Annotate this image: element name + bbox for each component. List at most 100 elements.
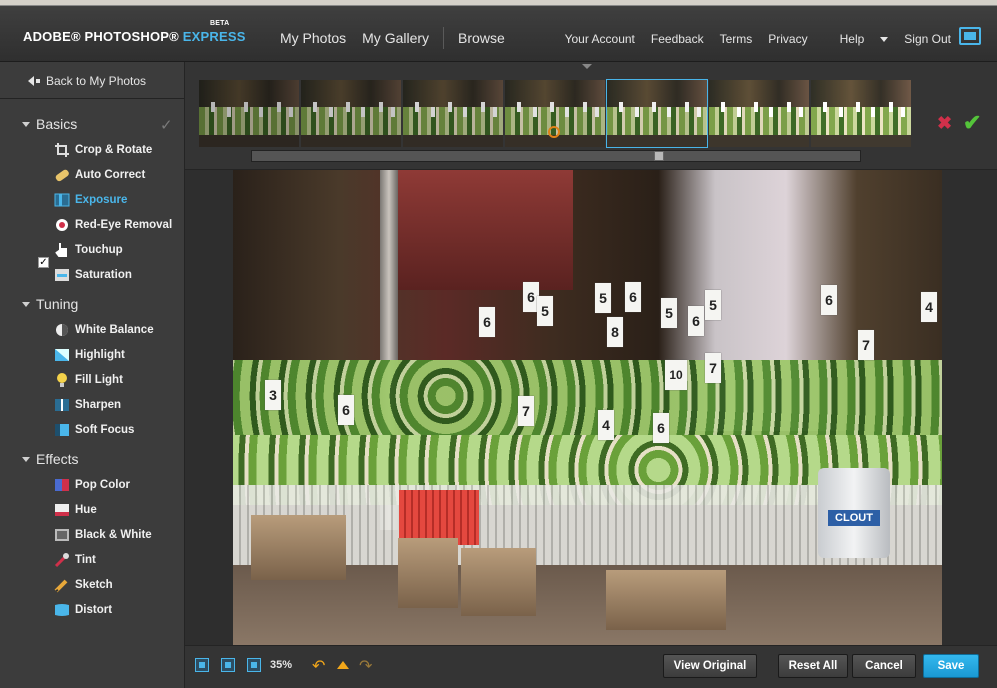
- photo-price-sign: 6: [479, 307, 495, 337]
- back-to-photos-link[interactable]: Back to My Photos: [28, 74, 146, 88]
- red-eye-icon: [54, 217, 70, 233]
- thumbnail-price-sign: [259, 107, 263, 117]
- zoom-in-icon[interactable]: [247, 658, 261, 672]
- variation-thumbnail[interactable]: [709, 80, 809, 147]
- view-original-button[interactable]: View Original: [663, 654, 757, 678]
- variation-thumbnail[interactable]: [811, 80, 911, 147]
- app-header: ADOBE® PHOTOSHOP® EXPRESS BETA My Photos…: [0, 6, 997, 62]
- thumbnail-price-sign: [754, 102, 758, 112]
- tool-soft-focus[interactable]: Soft Focus: [54, 420, 134, 440]
- thumbnail-price-sign: [448, 102, 452, 112]
- photo-price-sign: 6: [338, 395, 354, 425]
- distort-icon: [54, 602, 70, 618]
- tool-sketch[interactable]: Sketch: [54, 575, 113, 595]
- thumbnail-price-sign: [431, 107, 435, 117]
- link-your-account[interactable]: Your Account: [565, 32, 635, 46]
- sidebar-divider: [0, 98, 184, 99]
- variation-thumbnail[interactable]: [199, 80, 299, 147]
- section-effects[interactable]: Effects: [22, 451, 79, 467]
- chevron-down-icon: [880, 37, 889, 43]
- photo-canvas[interactable]: CLOUT 3 6 6 5 5 6 8 5 6 5 6 7 4 6 10 7 4 6 7: [233, 170, 942, 645]
- redo-icon[interactable]: ↷: [359, 656, 372, 676]
- link-help[interactable]: Help: [824, 32, 889, 46]
- pencil-icon: [54, 577, 70, 593]
- thumbnail-image-part: [607, 134, 707, 147]
- thumbnail-price-sign: [379, 102, 383, 112]
- tool-saturation[interactable]: Saturation: [54, 265, 132, 285]
- tool-label: Sketch: [75, 579, 113, 591]
- thumbnail-price-sign: [313, 102, 317, 112]
- tool-hue[interactable]: Hue: [54, 500, 97, 520]
- zoom-fit-icon[interactable]: [195, 658, 209, 672]
- link-terms[interactable]: Terms: [720, 32, 753, 46]
- thumbnail-price-sign: [823, 102, 827, 112]
- photo-price-sign: 6: [625, 282, 641, 312]
- photo-price-sign: 5: [661, 298, 677, 328]
- tool-highlight[interactable]: Highlight: [54, 345, 125, 365]
- black-white-icon: [54, 527, 70, 543]
- link-sign-out[interactable]: Sign Out: [904, 32, 951, 46]
- thumbnail-price-sign: [856, 102, 860, 112]
- collapse-strip-icon[interactable]: [582, 64, 592, 72]
- save-button[interactable]: Save: [923, 654, 979, 678]
- hand-icon: [54, 242, 70, 258]
- tool-white-balance[interactable]: White Balance: [54, 320, 154, 340]
- tool-touchup[interactable]: Touchup: [54, 240, 123, 260]
- logo-main-text: ADOBE® PHOTOSHOP®: [23, 29, 179, 44]
- section-tuning[interactable]: Tuning: [22, 296, 78, 312]
- tool-tint[interactable]: Tint: [54, 550, 96, 570]
- section-basics-title: Basics: [36, 116, 78, 132]
- nav-browse[interactable]: Browse: [458, 30, 505, 49]
- section-basics[interactable]: Basics: [22, 116, 77, 132]
- thumbnail-price-sign: [583, 102, 587, 112]
- photo-price-sign: 5: [705, 290, 721, 320]
- thumbnail-price-sign: [565, 107, 569, 117]
- variation-thumbnail[interactable]: [403, 80, 503, 147]
- accept-check-icon[interactable]: ✔: [963, 110, 981, 136]
- variation-thumbnail[interactable]: [606, 79, 708, 148]
- tool-pop-color[interactable]: Pop Color: [54, 475, 130, 495]
- exposure-applied-checkbox[interactable]: ✓: [38, 257, 49, 268]
- tool-label: Auto Correct: [75, 169, 146, 181]
- thumbnail-price-sign: [839, 107, 843, 117]
- thumbnail-price-sign: [277, 102, 281, 112]
- thumbnail-price-sign: [533, 107, 537, 117]
- tool-red-eye-removal[interactable]: Red-Eye Removal: [54, 215, 172, 235]
- tool-distort[interactable]: Distort: [54, 600, 112, 620]
- undo-icon[interactable]: ↶: [312, 656, 325, 676]
- photo-price-sign: 4: [598, 410, 614, 440]
- tool-fill-light[interactable]: Fill Light: [54, 370, 123, 390]
- variation-thumbnail[interactable]: [301, 80, 401, 147]
- reset-all-button[interactable]: Reset All: [778, 654, 848, 678]
- variation-slider-handle[interactable]: [654, 151, 664, 161]
- nav-my-gallery[interactable]: My Gallery: [362, 30, 429, 49]
- expand-triangle-icon: [22, 301, 30, 307]
- tool-label: Black & White: [75, 529, 152, 541]
- photo-crate: [251, 515, 346, 580]
- variation-thumbnails: [199, 79, 913, 148]
- link-feedback[interactable]: Feedback: [651, 32, 704, 46]
- thumbnail-price-sign: [787, 102, 791, 112]
- back-arrow-icon: [28, 76, 34, 86]
- tool-exposure[interactable]: Exposure: [54, 190, 127, 210]
- variation-thumbnail[interactable]: [505, 80, 605, 147]
- cancel-button[interactable]: Cancel: [852, 654, 916, 678]
- tool-black-white[interactable]: Black & White: [54, 525, 152, 545]
- photo-price-sign: 5: [595, 283, 611, 313]
- tool-sharpen[interactable]: Sharpen: [54, 395, 121, 415]
- history-up-icon[interactable]: [337, 661, 349, 669]
- link-privacy[interactable]: Privacy: [768, 32, 807, 46]
- variation-slider[interactable]: [251, 150, 861, 162]
- photo-crate: [398, 538, 458, 608]
- nav-my-photos[interactable]: My Photos: [280, 30, 346, 49]
- tool-auto-correct[interactable]: Auto Correct: [54, 165, 145, 185]
- saturation-icon: [54, 267, 70, 283]
- photo-bucket-label: CLOUT: [828, 510, 880, 526]
- thumbnail-price-sign: [667, 107, 671, 117]
- fullscreen-icon[interactable]: [959, 27, 981, 45]
- reject-x-icon[interactable]: ✖: [937, 113, 952, 134]
- photo-price-sign: 3: [265, 380, 281, 410]
- tool-crop-rotate[interactable]: Crop & Rotate: [54, 140, 152, 160]
- zoom-actual-icon[interactable]: [221, 658, 235, 672]
- tool-label: White Balance: [75, 324, 154, 336]
